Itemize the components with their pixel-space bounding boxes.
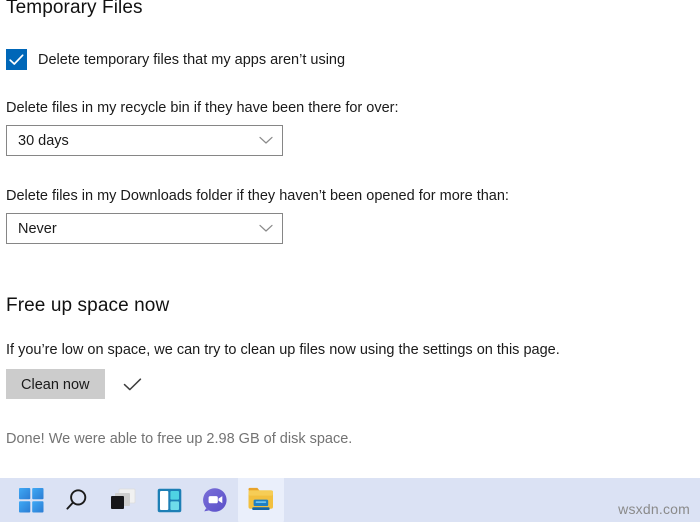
clean-now-button[interactable]: Clean now [6,369,105,399]
free-up-space-description: If you’re low on space, we can try to cl… [6,342,560,358]
free-up-space-title: Free up space now [6,295,170,316]
status-text: Done! We were able to free up 2.98 GB of… [6,431,353,447]
taskbar-item-search[interactable] [54,478,100,522]
page-title: Temporary Files [6,0,143,18]
taskbar-item-widgets[interactable] [146,478,192,522]
taskbar-item-file-explorer[interactable] [238,478,284,522]
search-icon [66,489,87,510]
chat-icon [203,488,227,512]
clean-now-row: Clean now [6,369,142,399]
watermark: wsxdn.com [618,501,690,517]
settings-page: Temporary Files Delete temporary files t… [0,0,700,478]
taskbar-items [0,478,284,522]
start-icon [18,487,43,512]
downloads-folder-dropdown[interactable]: Never [6,213,283,244]
widgets-icon [157,488,181,512]
delete-temp-files-checkbox-row[interactable]: Delete temporary files that my apps aren… [6,49,345,70]
chevron-down-icon [259,224,273,232]
delete-temp-files-checkbox[interactable] [6,49,27,70]
taskbar-item-task-view[interactable] [100,478,146,522]
file-explorer-icon [248,487,273,510]
downloads-folder-label: Delete files in my Downloads folder if t… [6,188,509,204]
chevron-down-icon [259,136,273,144]
taskbar-item-start[interactable] [8,478,54,522]
recycle-bin-label: Delete files in my recycle bin if they h… [6,100,399,116]
recycle-bin-dropdown-value: 30 days [18,132,69,149]
check-icon [9,53,24,65]
check-icon [123,377,141,390]
taskbar: wsxdn.com [0,478,700,522]
recycle-bin-dropdown[interactable]: 30 days [6,125,283,156]
downloads-folder-dropdown-value: Never [18,220,57,237]
taskbar-item-chat[interactable] [192,478,238,522]
delete-temp-files-label: Delete temporary files that my apps aren… [38,51,346,68]
task-view-icon [110,488,135,509]
